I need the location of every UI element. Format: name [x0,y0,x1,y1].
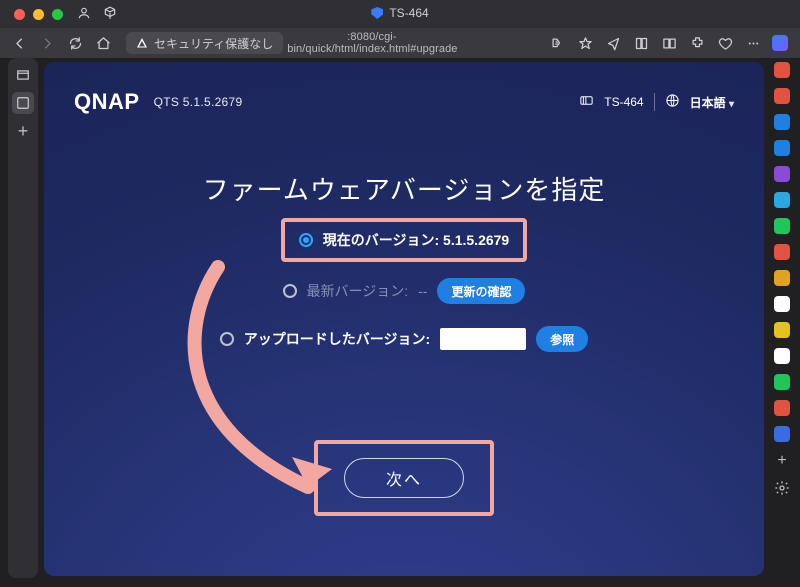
extensions-icon[interactable] [688,34,706,52]
latest-label: 最新バージョン: [307,281,409,301]
radio-upload[interactable] [220,332,234,346]
upload-path-input[interactable] [440,328,526,350]
extension-icon-5[interactable] [774,192,790,208]
next-button[interactable]: 次へ [344,458,464,498]
language-selector[interactable]: 日本語 ▾ [690,94,734,111]
tab-actions-button[interactable] [12,64,34,86]
qnap-setup-page: QNAP QTS 5.1.5.2679 TS-464 日本語 ▾ ファームウェア… [44,62,764,576]
add-extension-button[interactable]: + [777,452,786,470]
separator [654,93,655,111]
extension-icon-11[interactable] [774,348,790,364]
nas-icon [579,93,594,111]
check-update-button[interactable]: 更新の確認 [437,278,525,304]
shield-icon [371,7,383,19]
extension-icon-8[interactable] [774,270,790,286]
extension-icon-13[interactable] [774,400,790,416]
browser-toolbar: セキュリティ保護なし :8080/cgi-bin/quick/html/inde… [0,28,800,58]
security-label: セキュリティ保護なし [154,35,273,52]
option-uploaded-version[interactable]: アップロードしたバージョン: 参照 [206,318,602,360]
extension-icon-7[interactable] [774,244,790,260]
favorites-bar-icon[interactable] [716,34,734,52]
extension-icon-9[interactable] [774,296,790,312]
read-aloud-icon[interactable]: あ [548,34,566,52]
next-button-highlight: 次へ [314,440,494,516]
window-title: TS-464 [0,6,800,20]
extension-icon-6[interactable] [774,218,790,234]
extension-icon-10[interactable] [774,322,790,338]
current-value: 5.1.5.2679 [443,232,509,248]
qnap-firmware-version: QTS 5.1.5.2679 [154,95,243,109]
url-text: :8080/cgi-bin/quick/html/index.html#upgr… [287,31,548,55]
settings-icon[interactable] [774,480,790,496]
firmware-options: 現在のバージョン: 5.1.5.2679 最新バージョン: -- 更新の確認 ア… [44,212,764,360]
model-label: TS-464 [604,95,643,109]
upload-label: アップロードしたバージョン: [244,329,430,349]
vertical-tab-strip: + [8,58,38,578]
extension-icon-4[interactable] [774,166,790,182]
page-title: ファームウェアバージョンを指定 [44,170,764,207]
home-button[interactable] [94,34,112,52]
macos-titlebar: TS-464 [0,0,800,28]
not-secure-icon [136,37,148,49]
qnap-logo: QNAP [74,89,140,115]
option-latest-version[interactable]: 最新バージョン: -- 更新の確認 [269,270,540,312]
option-current-version[interactable]: 現在のバージョン: 5.1.5.2679 [281,218,527,262]
send-icon[interactable] [604,34,622,52]
forward-button[interactable] [38,34,56,52]
extension-icon-2[interactable] [774,114,790,130]
qnap-header: QNAP QTS 5.1.5.2679 TS-464 日本語 ▾ [74,82,734,122]
radio-latest[interactable] [283,284,297,298]
new-tab-button[interactable]: + [12,120,34,142]
radio-current[interactable] [299,233,313,247]
svg-text:あ: あ [554,39,560,46]
extension-icon-14[interactable] [774,426,790,442]
copilot-icon[interactable] [772,35,788,51]
latest-value: -- [418,283,427,299]
split-screen-icon[interactable] [660,34,678,52]
extension-icon-12[interactable] [774,374,790,390]
browse-button[interactable]: 参照 [536,326,588,352]
sidebar-extensions: + [770,58,794,578]
back-button[interactable] [10,34,28,52]
extension-icon-1[interactable] [774,88,790,104]
current-label: 現在のバージョン: [323,232,439,248]
globe-icon [665,93,680,111]
favorite-icon[interactable] [576,34,594,52]
collections-icon[interactable] [632,34,650,52]
refresh-button[interactable] [66,34,84,52]
window-title-text: TS-464 [389,6,428,20]
more-icon[interactable] [744,34,762,52]
tab-qnap[interactable] [12,92,34,114]
extension-icon-0[interactable] [774,62,790,78]
extension-icon-3[interactable] [774,140,790,156]
address-bar[interactable]: セキュリティ保護なし [126,32,283,54]
